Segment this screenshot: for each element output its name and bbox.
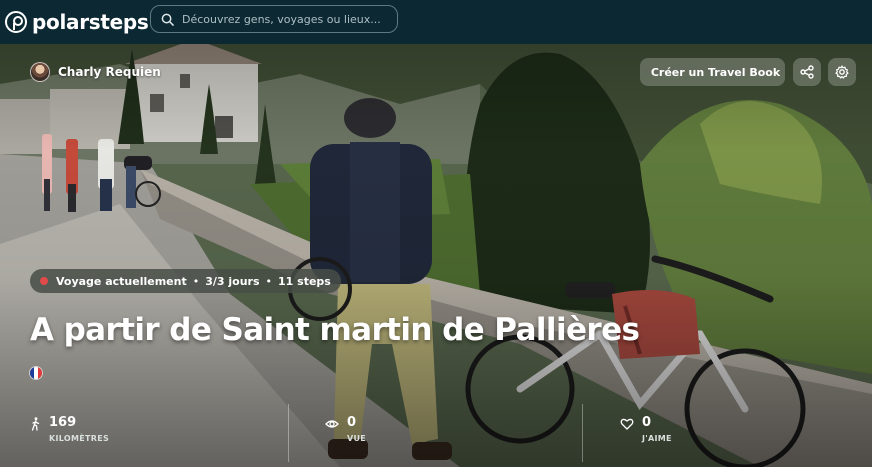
share-button[interactable]: [793, 58, 821, 86]
search-bar[interactable]: [150, 5, 398, 33]
stat-distance-value: 169: [49, 415, 77, 430]
trip-status-pill: Voyage actuellement • 3/3 jours • 11 ste…: [30, 269, 341, 293]
france-flag-icon: [29, 366, 43, 380]
polarsteps-logo-icon: [5, 11, 27, 33]
walking-icon: [31, 417, 40, 431]
trip-title: A partir de Saint martin de Pallières: [30, 312, 640, 348]
trip-status: Voyage actuellement: [56, 274, 187, 288]
author-name[interactable]: Charly Requien: [58, 65, 161, 79]
live-indicator-icon: [40, 277, 48, 285]
like-button[interactable]: 0 J'AIME: [620, 416, 672, 443]
divider: [288, 404, 289, 462]
top-navigation-bar: polarsteps: [0, 0, 872, 44]
heart-icon[interactable]: [620, 417, 634, 431]
separator-dot: •: [265, 274, 273, 288]
stat-distance: 169 KILOMÈTRES: [30, 416, 109, 443]
stat-views-label: VUE: [347, 434, 367, 443]
stat-distance-label: KILOMÈTRES: [49, 434, 110, 443]
trip-stats: 169 KILOMÈTRES 0 VUE 0 J'AIME: [0, 402, 872, 467]
avatar[interactable]: [30, 62, 50, 82]
stat-likes-label: J'AIME: [642, 434, 672, 443]
trip-steps: 11 steps: [278, 274, 331, 288]
author-profile-link[interactable]: Charly Requien: [30, 62, 161, 82]
divider: [582, 404, 583, 462]
search-input[interactable]: [182, 12, 392, 26]
eye-icon: [325, 420, 339, 428]
stat-likes-value: 0: [642, 415, 652, 430]
stat-views: 0 VUE: [325, 416, 366, 443]
share-icon: [800, 65, 814, 79]
separator-dot: •: [192, 274, 200, 288]
polarsteps-logo[interactable]: polarsteps: [5, 10, 149, 34]
stat-views-value: 0: [347, 415, 357, 430]
brand-name: polarsteps: [32, 10, 149, 34]
trip-hero: Charly Requien Créer un Travel Book Voya…: [0, 44, 872, 467]
settings-button[interactable]: [828, 58, 856, 86]
search-icon: [161, 13, 174, 26]
create-travel-book-label: Créer un Travel Book: [650, 65, 781, 79]
create-travel-book-button[interactable]: Créer un Travel Book: [640, 58, 785, 86]
gear-icon: [835, 65, 849, 79]
trip-days: 3/3 jours: [205, 274, 260, 288]
